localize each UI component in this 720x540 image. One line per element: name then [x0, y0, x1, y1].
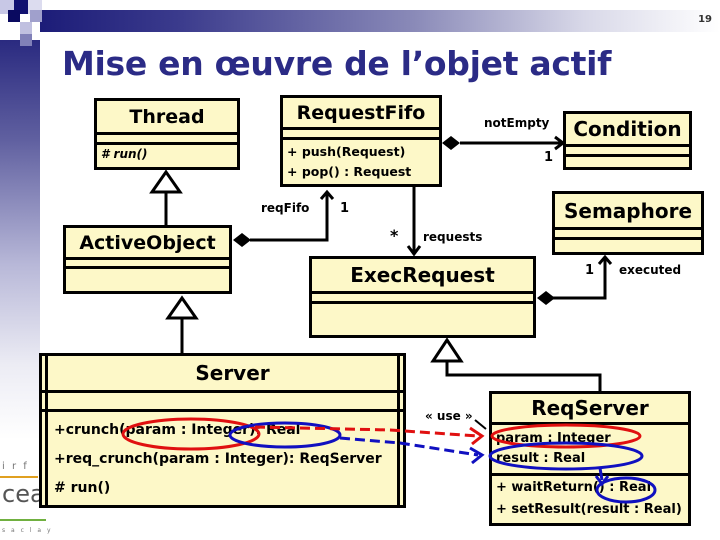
dependency-arrow-param	[254, 425, 479, 438]
highlight-ellipse-waitreturn-real	[595, 476, 657, 504]
use-pointer-line	[474, 419, 487, 430]
highlight-overlay	[121, 417, 657, 504]
highlight-ellipse-real-server	[228, 421, 342, 449]
highlight-ellipse-param-server	[121, 417, 261, 451]
link-result-to-waitreturn	[598, 467, 604, 481]
dependency-arrow-result	[339, 436, 479, 457]
